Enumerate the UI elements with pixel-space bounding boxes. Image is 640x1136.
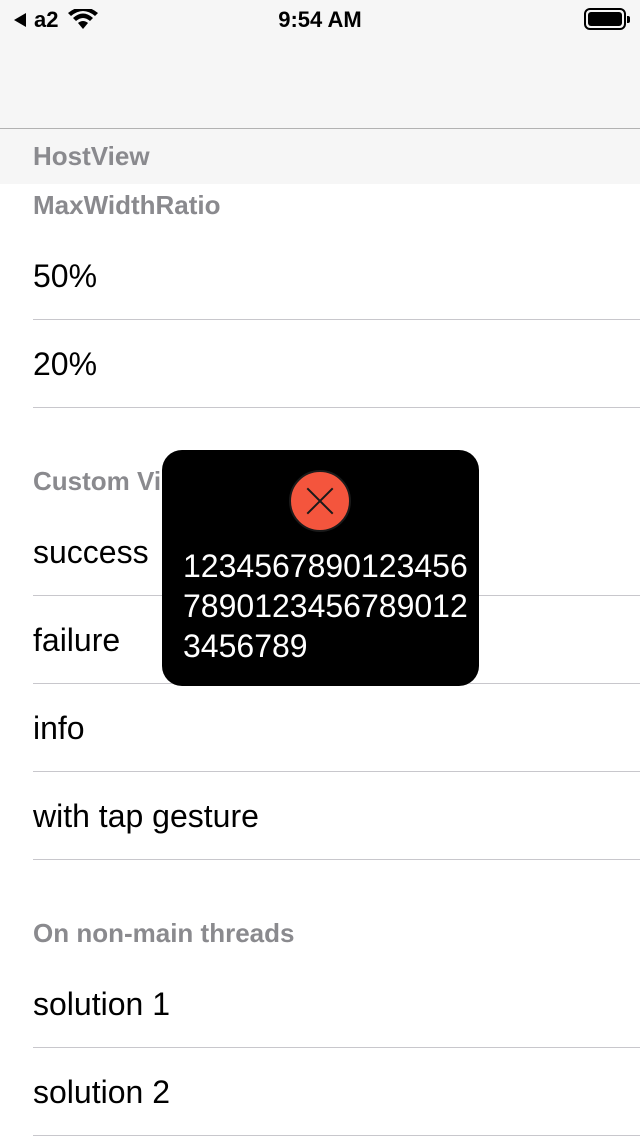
section-header-hostview: HostView: [0, 129, 640, 184]
list-item[interactable]: solution 2: [0, 1048, 640, 1136]
list-item-label: failure: [33, 622, 121, 658]
status-bar: a2 9:54 AM: [0, 0, 640, 40]
list-item[interactable]: 50%: [0, 232, 640, 320]
list-item[interactable]: info: [0, 684, 640, 772]
divider: [33, 407, 640, 408]
status-time: 9:54 AM: [278, 7, 362, 32]
section-header-non-main-threads: On non-main threads: [0, 912, 640, 960]
list-item[interactable]: solution 1: [0, 960, 640, 1048]
list-item-label: solution 2: [33, 1074, 170, 1110]
subheader-maxwidthratio: MaxWidthRatio: [0, 184, 640, 232]
navigation-bar: [0, 40, 640, 129]
list-item[interactable]: 20%: [0, 320, 640, 408]
list-item-label: solution 1: [33, 986, 170, 1022]
section-header-label: On non-main threads: [33, 918, 295, 948]
subheader-label: MaxWidthRatio: [33, 190, 221, 220]
section-header-label: HostView: [33, 141, 150, 171]
list-item-label: info: [33, 710, 85, 746]
list-item[interactable]: with tap gesture: [0, 772, 640, 860]
list-item-label: with tap gesture: [33, 798, 259, 834]
divider: [33, 859, 640, 860]
list-item-label: 50%: [33, 258, 98, 294]
toast[interactable]: 123456789012345678901234567890123456789: [162, 450, 479, 686]
toast-message: 123456789012345678901234567890123456789: [183, 548, 468, 664]
list-item-label: 20%: [33, 346, 98, 382]
list-item-label: success: [33, 534, 149, 570]
battery-icon: [584, 8, 630, 30]
close-icon: [289, 470, 351, 532]
